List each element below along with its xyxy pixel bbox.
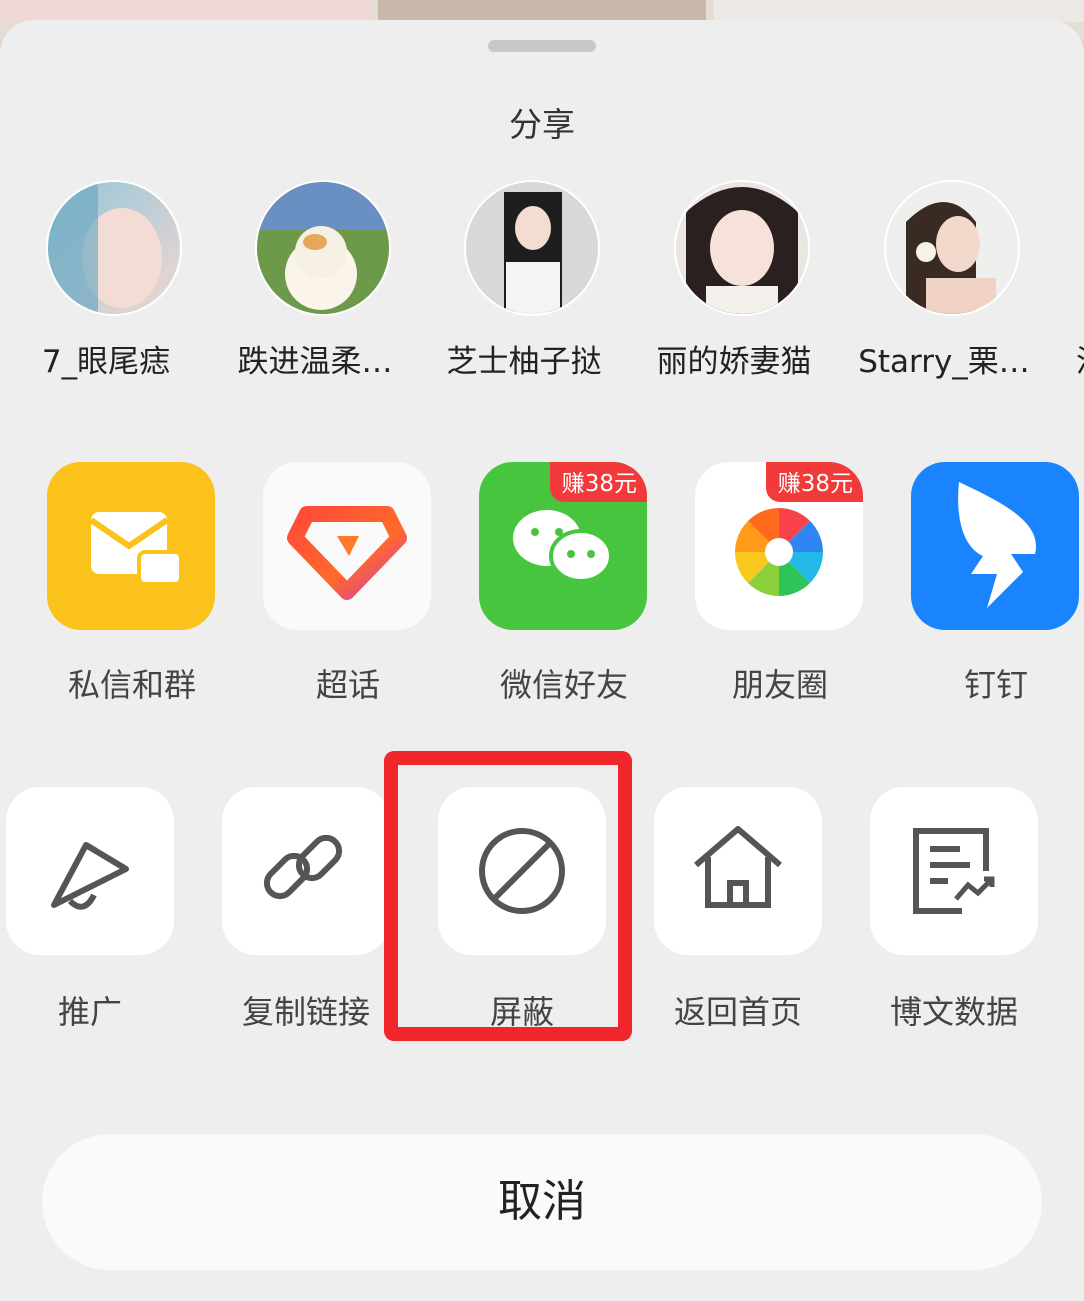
avatar [46, 180, 182, 316]
avatar [884, 180, 1020, 316]
contact-name: Starry_栗… [858, 344, 1030, 380]
megaphone-icon [51, 842, 129, 910]
dingtalk-icon [911, 462, 1079, 630]
link-tile [222, 787, 390, 955]
avatar [674, 180, 810, 316]
contact-name: 芝士柚子挞 [446, 344, 602, 380]
action-label: 推广 [57, 993, 122, 1031]
app-label: 微信好友 [499, 666, 628, 704]
mail-chat-icon [47, 462, 215, 630]
avatar [255, 180, 391, 316]
data-tile [870, 787, 1038, 955]
avatar [464, 180, 600, 316]
link-icon [263, 834, 343, 900]
sheet-title: 分享 [509, 105, 575, 144]
drag-handle[interactable] [488, 40, 596, 52]
home-tile [654, 787, 822, 955]
background-image [378, 0, 706, 22]
action-label: 返回首页 [673, 993, 802, 1031]
background-image [714, 0, 1084, 22]
app-label: 私信和群 [67, 666, 196, 704]
wechat-icon: 赚38元 [479, 462, 647, 630]
megaphone-tile [6, 787, 174, 955]
app-label: 超话 [315, 666, 380, 704]
reward-badge: 赚38元 [549, 462, 647, 502]
contact-name: 泸 [1076, 336, 1084, 381]
contact-name: 丽的娇妻猫 [656, 344, 812, 380]
action-label: 博文数据 [889, 993, 1018, 1031]
moments-icon: 赚38元 [695, 462, 863, 630]
app-label: 钉钉 [963, 666, 1028, 704]
data-report-icon [913, 828, 995, 914]
background-image [0, 0, 370, 22]
home-icon [694, 826, 782, 908]
diamond-icon [263, 462, 431, 630]
app-label: 朋友圈 [731, 666, 828, 704]
highlight-box [384, 751, 632, 1041]
reward-badge: 赚38元 [765, 462, 863, 502]
cancel-button[interactable]: 取消 [42, 1134, 1042, 1270]
share-sheet: 分享 7_眼尾痣 跌进温柔… 芝士柚子挞 丽的娇妻猫 Starry_栗… 泸 [0, 20, 1084, 1301]
action-label: 复制链接 [241, 993, 370, 1031]
contact-name: 7_眼尾痣 [41, 344, 171, 380]
contact-name: 跌进温柔… [237, 344, 393, 380]
